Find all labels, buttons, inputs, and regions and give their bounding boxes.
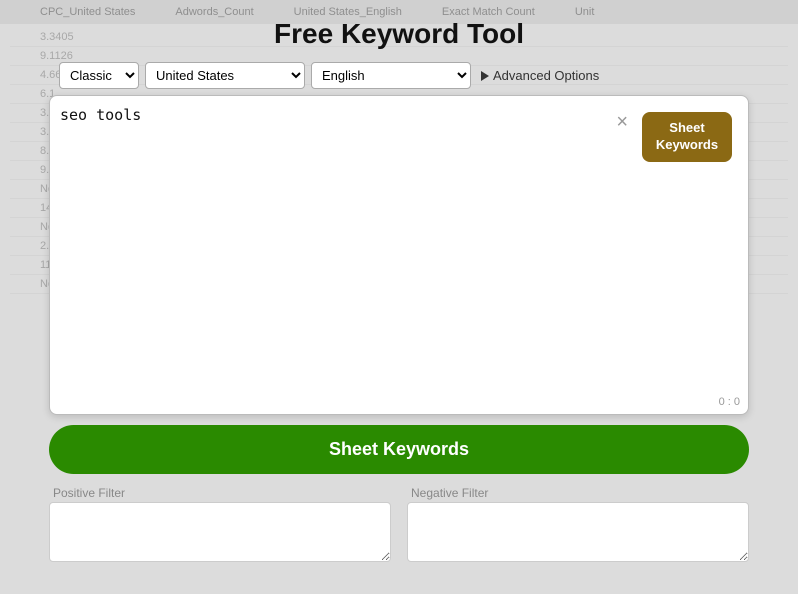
sheet-keywords-main-button[interactable]: Sheet Keywords bbox=[49, 425, 749, 474]
toolbar: Classic United States English Advanced O… bbox=[49, 62, 749, 89]
positive-filter-box: Positive Filter bbox=[49, 486, 391, 562]
advanced-options-label: Advanced Options bbox=[493, 68, 599, 83]
classic-select[interactable]: Classic bbox=[59, 62, 139, 89]
search-textarea-wrapper: seo tools × Sheet Keywords bbox=[60, 106, 738, 386]
positive-filter-label: Positive Filter bbox=[49, 486, 391, 500]
negative-filter-label: Negative Filter bbox=[407, 486, 749, 500]
search-input[interactable]: seo tools bbox=[60, 106, 638, 386]
char-count: 0 : 0 bbox=[719, 396, 740, 408]
filter-row: Positive Filter Negative Filter bbox=[49, 486, 749, 562]
negative-filter-input[interactable] bbox=[407, 502, 749, 562]
triangle-icon bbox=[481, 71, 489, 81]
language-select[interactable]: English bbox=[311, 62, 471, 89]
clear-button[interactable]: × bbox=[616, 112, 628, 132]
country-select[interactable]: United States bbox=[145, 62, 305, 89]
sheet-keywords-top-button[interactable]: Sheet Keywords bbox=[642, 112, 732, 162]
page-title: Free Keyword Tool bbox=[49, 10, 749, 50]
main-panel: Free Keyword Tool Classic United States … bbox=[49, 10, 749, 562]
negative-filter-box: Negative Filter bbox=[407, 486, 749, 562]
positive-filter-input[interactable] bbox=[49, 502, 391, 562]
advanced-options-link[interactable]: Advanced Options bbox=[481, 68, 599, 83]
search-box-container: seo tools × Sheet Keywords 0 : 0 bbox=[49, 95, 749, 415]
